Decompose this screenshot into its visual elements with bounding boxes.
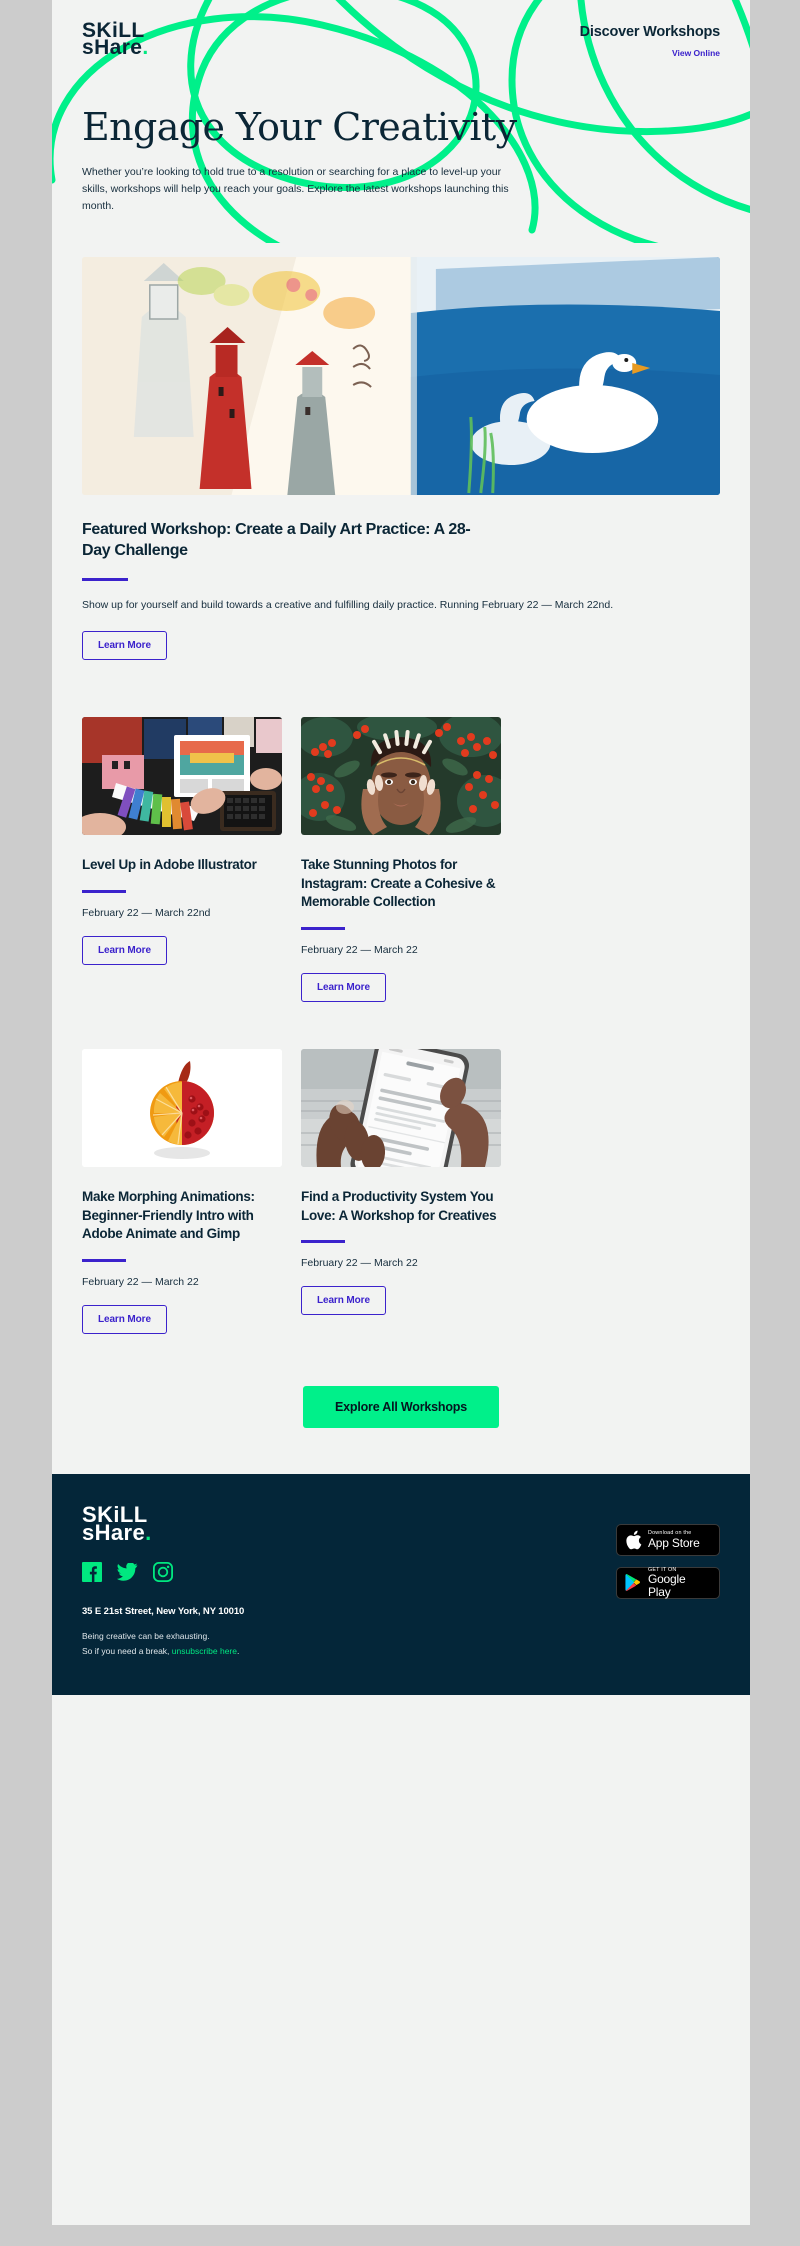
explore-all-workshops-button[interactable]: Explore All Workshops bbox=[303, 1385, 499, 1428]
workshop-card-divider bbox=[301, 1240, 345, 1244]
logo-dot: . bbox=[142, 36, 149, 60]
instagram-link[interactable] bbox=[153, 1562, 173, 1583]
google-play-text: GET IT ON Google Play bbox=[647, 1567, 711, 1599]
twitter-link[interactable] bbox=[117, 1563, 138, 1581]
google-play-icon bbox=[625, 1574, 640, 1592]
workshop-learn-more-button[interactable]: Learn More bbox=[82, 1304, 167, 1334]
workshop-card: Find a Productivity System You Love: A W… bbox=[301, 1049, 501, 1316]
footer-note: Being creative can be exhausting. So if … bbox=[82, 1629, 244, 1659]
workshop-card-divider bbox=[301, 927, 345, 931]
featured-divider bbox=[82, 578, 128, 582]
footer-address: 35 E 21st Street, New York, NY 10010 bbox=[82, 1606, 245, 1618]
workshop-card-date: February 22 — March 22 bbox=[301, 944, 418, 957]
cta-section: Explore All Workshops bbox=[52, 1333, 750, 1474]
workshop-grid-row-1: Level Up in Adobe Illustrator February 2… bbox=[52, 717, 750, 1003]
view-online-link[interactable]: View Online bbox=[580, 48, 720, 58]
apple-icon bbox=[626, 1530, 642, 1550]
workshop-card-title: Take Stunning Photos for Instagram: Crea… bbox=[301, 857, 496, 910]
google-play-badge[interactable]: GET IT ON Google Play bbox=[616, 1567, 720, 1599]
workshop-card-divider bbox=[82, 889, 126, 893]
twitter-icon bbox=[117, 1563, 138, 1581]
featured-workshop-image[interactable] bbox=[82, 256, 720, 495]
workshop-card-image[interactable] bbox=[82, 717, 282, 836]
email-body: SKiLL sHare. Discover Workshops View Onl… bbox=[52, 0, 750, 2225]
workshop-card-title: Find a Productivity System You Love: A W… bbox=[301, 1189, 497, 1223]
featured-learn-more-button[interactable]: Learn More bbox=[82, 631, 167, 661]
page-title: Engage Your Creativity bbox=[82, 105, 517, 149]
featured-workshop-title: Featured Workshop: Create a Daily Art Pr… bbox=[82, 520, 471, 560]
skillshare-logo[interactable]: SKiLL sHare. bbox=[82, 20, 149, 60]
workshop-card-image[interactable] bbox=[301, 1049, 501, 1168]
instagram-icon bbox=[153, 1562, 173, 1583]
footer-logo-dot: . bbox=[145, 1520, 152, 1545]
social-links bbox=[82, 1562, 244, 1583]
workshop-card-date: February 22 — March 22nd bbox=[82, 906, 211, 919]
footer-skillshare-logo[interactable]: SKiLL sHare. bbox=[82, 1503, 244, 1545]
footer-logo-line-2: sHare. bbox=[82, 1520, 152, 1545]
app-store-text: Download on the App Store bbox=[648, 1530, 700, 1550]
footer-left: SKiLL sHare. 35 E 21st Street, New York,… bbox=[82, 1503, 245, 1659]
workshop-card-date: February 22 — March 22 bbox=[301, 1257, 418, 1270]
logo-line-2: sHare. bbox=[82, 36, 149, 60]
workshop-card: Level Up in Adobe Illustrator February 2… bbox=[82, 717, 282, 965]
google-play-big-label: Google Play bbox=[647, 1572, 686, 1599]
facebook-link[interactable] bbox=[82, 1562, 102, 1583]
footer-note-line-1: Being creative can be exhausting. bbox=[82, 1631, 210, 1642]
hero-section: SKiLL sHare. Discover Workshops View Onl… bbox=[52, 0, 750, 243]
workshop-card-image[interactable] bbox=[82, 1049, 282, 1168]
workshop-card-date: February 22 — March 22 bbox=[82, 1275, 199, 1288]
footer: SKiLL sHare. 35 E 21st Street, New York,… bbox=[52, 1473, 750, 1695]
workshop-card-title: Make Morphing Animations: Beginner-Frien… bbox=[82, 1189, 255, 1242]
discover-workshops-title: Discover Workshops bbox=[579, 24, 721, 40]
workshop-grid-row-2: Make Morphing Animations: Beginner-Frien… bbox=[52, 1049, 750, 1334]
hero-description: Whether you’re looking to hold true to a… bbox=[82, 165, 509, 212]
workshop-card: Take Stunning Photos for Instagram: Crea… bbox=[301, 717, 501, 1003]
featured-workshop-section: Featured Workshop: Create a Daily Art Pr… bbox=[52, 256, 750, 661]
workshop-card-title: Level Up in Adobe Illustrator bbox=[82, 857, 257, 873]
workshop-card: Make Morphing Animations: Beginner-Frien… bbox=[82, 1049, 282, 1334]
workshop-learn-more-button[interactable]: Learn More bbox=[82, 935, 167, 965]
app-store-badges: Download on the App Store GET IT ON Goog… bbox=[616, 1506, 720, 1599]
workshop-card-divider bbox=[82, 1258, 126, 1262]
workshop-card-image[interactable] bbox=[301, 717, 501, 836]
footer-note-line-2-suffix: . bbox=[237, 1645, 240, 1656]
footer-note-line-2-prefix: So if you need a break, bbox=[82, 1645, 172, 1656]
featured-workshop-description: Show up for yourself and build towards a… bbox=[82, 599, 614, 612]
workshop-learn-more-button[interactable]: Learn More bbox=[301, 1286, 386, 1316]
app-store-big-label: App Store bbox=[648, 1535, 700, 1550]
header-row: SKiLL sHare. Discover Workshops View Onl… bbox=[82, 20, 721, 72]
app-store-badge[interactable]: Download on the App Store bbox=[616, 1523, 720, 1556]
header-right: Discover Workshops View Online bbox=[579, 22, 721, 58]
workshop-learn-more-button[interactable]: Learn More bbox=[301, 973, 386, 1003]
facebook-icon bbox=[82, 1562, 102, 1583]
unsubscribe-link[interactable]: unsubscribe here bbox=[172, 1646, 237, 1656]
